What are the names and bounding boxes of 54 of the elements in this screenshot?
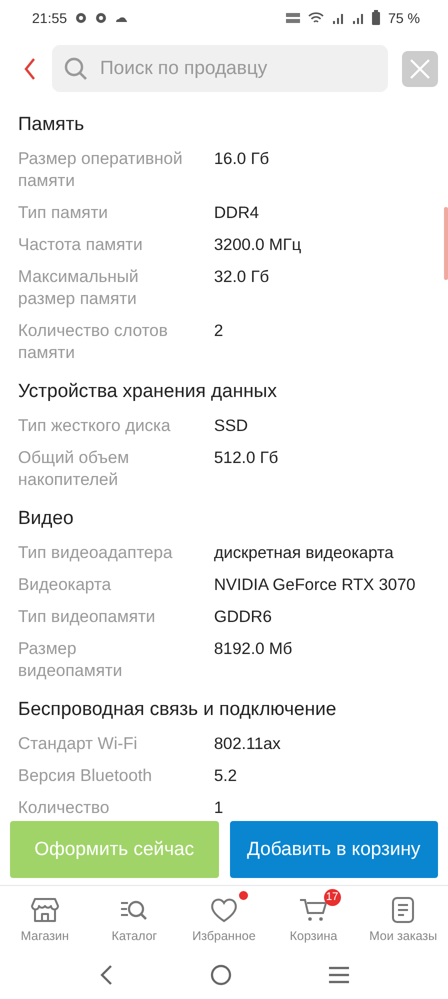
cart-count-badge: 17: [324, 889, 341, 906]
signal-icon: [352, 12, 364, 24]
nav-label[interactable]: Магазин: [20, 929, 69, 944]
spec-label: Максимальный размер памяти: [18, 266, 140, 310]
spec-label: Тип жесткого диска: [18, 414, 172, 437]
spec-label: Размер видеопамяти: [18, 638, 124, 682]
add-to-cart-button[interactable]: Добавить в корзину: [230, 821, 438, 878]
nav-label[interactable]: Мои заказы: [369, 929, 438, 944]
back-icon[interactable]: [22, 56, 38, 81]
spec-value: 8192.0 Мб: [214, 638, 294, 660]
clock: 21:55: [32, 10, 68, 26]
spec-value: 1: [214, 798, 224, 819]
nav-label[interactable]: Каталог: [112, 929, 158, 944]
spec-value: 16.0 Гб: [214, 148, 270, 170]
spec-value: 3200.0 МГц: [214, 234, 302, 256]
spec-value: 802.11ax: [214, 734, 282, 755]
spec-value: 5.2: [214, 766, 238, 787]
section-title: Беспроводная связь и подключение: [18, 698, 338, 722]
spec-label: Размер оперативной памяти: [18, 148, 184, 192]
spec-value: 32.0 Гб: [214, 266, 270, 288]
close-icon: [408, 56, 432, 81]
signal-icon: [332, 12, 344, 24]
spec-value: GDDR6: [214, 606, 273, 628]
section-title: Память: [18, 112, 86, 137]
spec-value: 2: [214, 320, 224, 342]
spec-value: DDR4: [214, 202, 260, 224]
spec-label: Количество слотов памяти: [18, 320, 169, 364]
app-icon: [95, 12, 108, 24]
spec-label: Тип памяти: [18, 202, 109, 224]
app-icon: [75, 12, 88, 24]
wifi-icon: [308, 11, 324, 24]
spec-label: Версия Bluetooth: [18, 764, 154, 787]
home-icon[interactable]: [210, 964, 232, 986]
spec-label: Количество: [18, 796, 110, 819]
spec-value: NVIDIA GeForce RTX 3070: [214, 574, 416, 596]
battery-level: 75 %: [388, 10, 420, 26]
spec-value: SSD: [214, 416, 249, 437]
spec-label: Тип видеопамяти: [18, 606, 156, 628]
back-icon[interactable]: [98, 964, 113, 986]
spec-value: 512.0 Гб: [214, 448, 280, 469]
search-icon: [64, 57, 88, 82]
spec-label: Общий объем накопителей: [18, 446, 130, 491]
spec-value: дискретная видеокарта: [214, 542, 395, 564]
section-title: Устройства хранения данных: [18, 380, 278, 404]
section-title: Видео: [18, 506, 75, 531]
search-field[interactable]: Поиск по продавцу: [52, 45, 388, 92]
nav-label[interactable]: Избранное: [192, 929, 256, 944]
spec-label: Видеокарта: [18, 574, 112, 596]
spec-label: Тип видеоадаптера: [18, 542, 174, 564]
spec-label: Стандарт Wi-Fi: [18, 732, 138, 755]
battery-icon: [372, 10, 380, 26]
spec-label: Частота памяти: [18, 234, 144, 256]
menu-icon[interactable]: [329, 964, 350, 985]
nav-label[interactable]: Корзина: [290, 929, 338, 944]
